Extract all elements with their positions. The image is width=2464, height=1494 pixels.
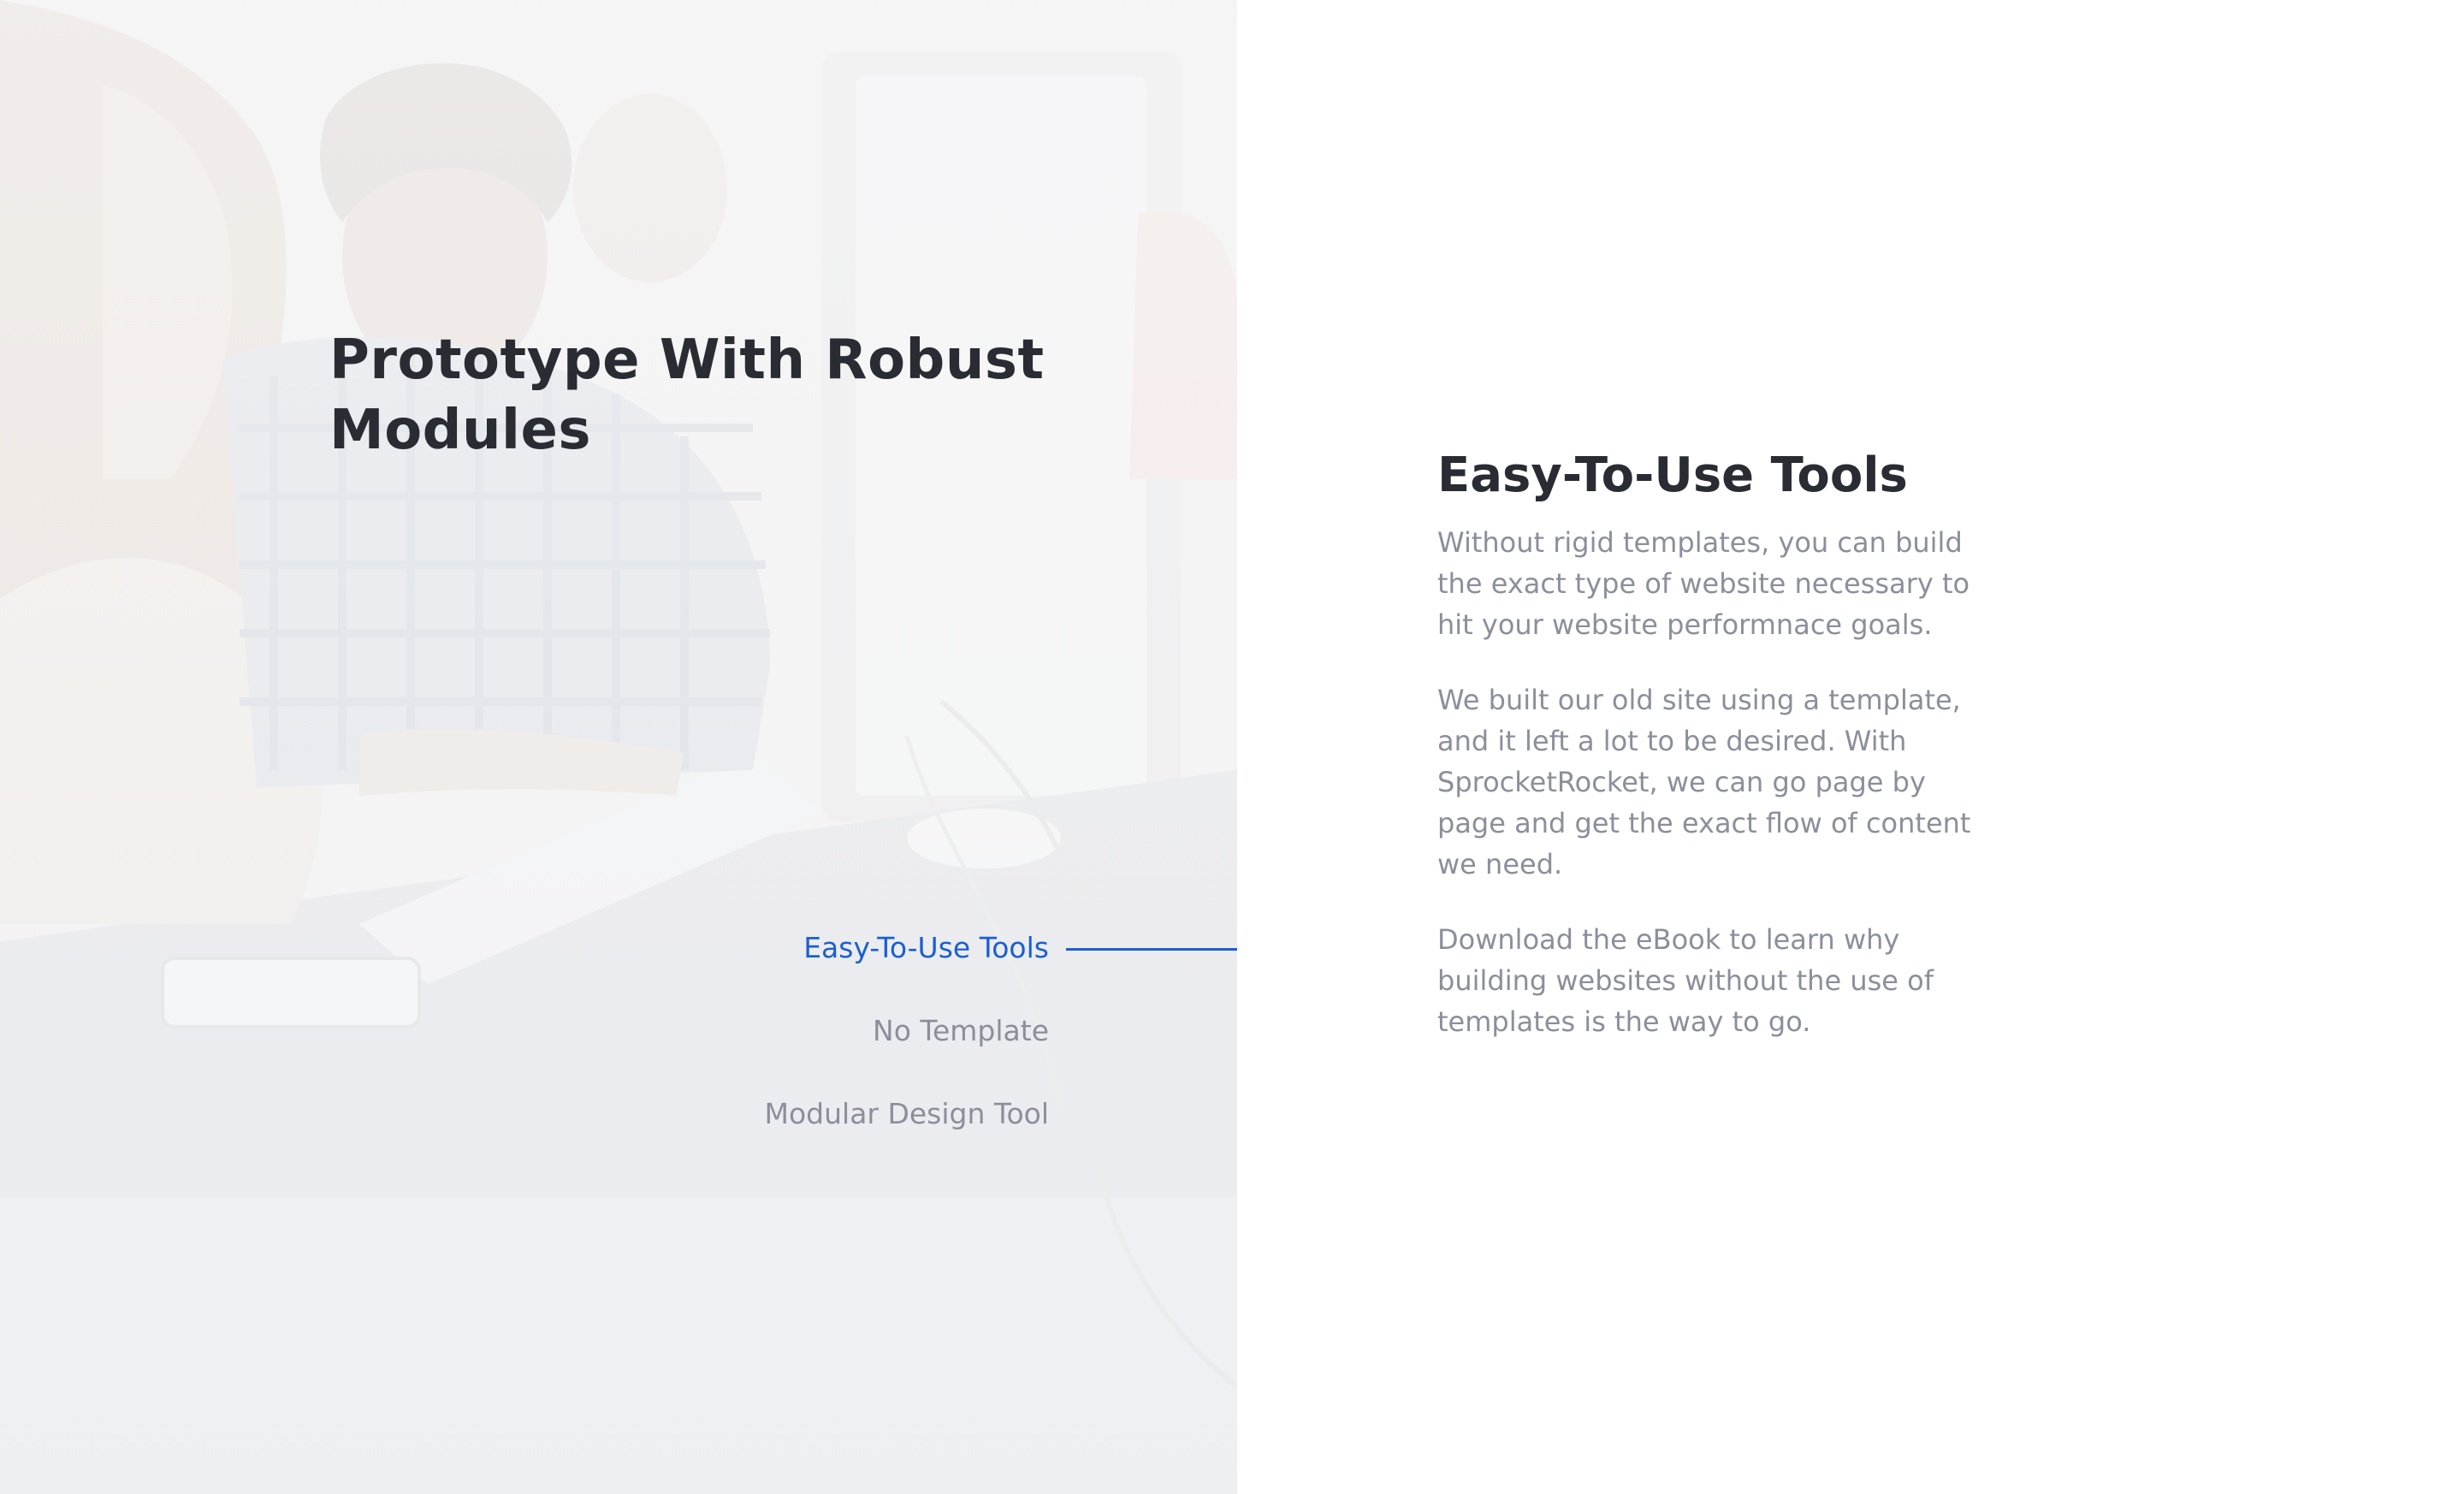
photo-overlay [0,0,1237,1494]
content-paragraph: We built our old site using a template, … [1437,684,1971,880]
tab-label: Easy-To-Use Tools [803,931,1049,964]
tab-label: No Template [873,1014,1049,1047]
tab-modular-design-tool[interactable]: Modular Design Tool [599,1088,1237,1171]
content-paragraph: Download the eBook to learn why building… [1437,923,1934,1038]
background-photo [0,0,1237,1494]
tab-content-panel: Easy-To-Use Tools Without rigid template… [1437,445,2019,1076]
content-heading: Easy-To-Use Tools [1437,448,1908,503]
section-title: Prototype With Robust Modules [329,329,1045,462]
active-tab-indicator [1066,948,1237,951]
tab-no-template[interactable]: No Template [599,1005,1237,1088]
feature-tab-list: Easy-To-Use Tools No Template Modular De… [599,922,1237,1171]
content-paragraph: Without rigid templates, you can build t… [1437,526,1970,641]
page: Prototype With Robust Modules Easy-To-Us… [0,0,2464,1494]
tab-label: Modular Design Tool [764,1097,1050,1130]
feature-tabs-panel: Prototype With Robust Modules Easy-To-Us… [0,0,1237,1494]
tab-easy-to-use-tools[interactable]: Easy-To-Use Tools [599,922,1237,1005]
